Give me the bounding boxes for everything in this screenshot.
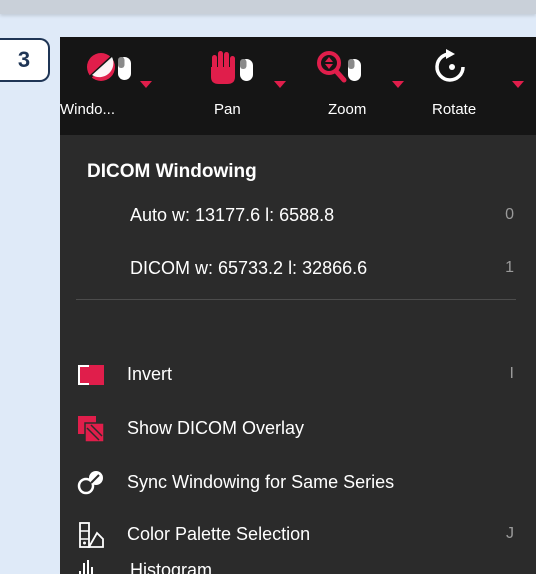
overlay-icon: [77, 415, 105, 443]
tool-pan[interactable]: Pan: [200, 47, 290, 131]
tool-windowing[interactable]: Windo...: [60, 47, 175, 131]
tool-label: Pan: [214, 101, 241, 118]
preset-shortcut: 0: [505, 206, 514, 223]
windowing-menu: DICOM Windowing Auto w: 13177.6 l: 6588.…: [60, 135, 536, 574]
menu-item-label: Show DICOM Overlay: [127, 418, 305, 438]
menu-item-label: Color Palette Selection: [127, 524, 311, 544]
tool-zoom[interactable]: Zoom: [310, 47, 410, 131]
chevron-down-icon[interactable]: [392, 81, 404, 88]
menu-item-label: Invert: [127, 364, 173, 384]
section-title: DICOM Windowing: [87, 161, 257, 182]
invert-icon: [77, 361, 105, 389]
menu-item-shortcut: I: [509, 365, 514, 382]
color-palette-icon: [77, 521, 105, 549]
chevron-down-icon[interactable]: [274, 81, 286, 88]
menu-item-show-dicom-overlay[interactable]: Show DICOM Overlay: [60, 411, 536, 447]
preset-dicom[interactable]: DICOM w: 65733.2 l: 32866.6 1: [60, 251, 536, 287]
menu-item-label: Histogram: [130, 560, 213, 574]
top-strip: [0, 0, 536, 14]
menu-item-histogram[interactable]: Histogram: [60, 553, 536, 574]
tool-rotate[interactable]: Rotate: [432, 47, 536, 131]
histogram-icon: [77, 557, 105, 574]
rotate-icon: [432, 47, 496, 91]
preset-shortcut: 1: [505, 259, 514, 276]
menu-item-invert[interactable]: Invert I: [60, 357, 536, 393]
tool-label: Windo...: [60, 101, 116, 118]
tool-label: Zoom: [328, 101, 367, 118]
window-level-icon: [84, 47, 148, 91]
viewer-panel: Windo... Pan Zoom Rotate DICOM Windowing…: [60, 37, 536, 574]
screenshot-page: 3 Windo... Pan Zoom Rotate DICOM Windowi…: [0, 0, 536, 574]
chevron-down-icon[interactable]: [512, 81, 524, 88]
menu-item-sync-windowing[interactable]: Sync Windowing for Same Series: [60, 465, 536, 501]
preset-label: Auto w: 13177.6 l: 6588.8: [130, 205, 335, 225]
preset-auto[interactable]: Auto w: 13177.6 l: 6588.8 0: [60, 198, 536, 234]
menu-item-color-palette[interactable]: Color Palette Selection J: [60, 517, 536, 553]
hand-icon: [206, 47, 270, 91]
tool-label: Rotate: [432, 101, 477, 118]
step-badge: 3: [0, 38, 50, 82]
sync-icon: [77, 469, 105, 497]
chevron-down-icon[interactable]: [140, 81, 152, 88]
menu-divider: [76, 299, 516, 300]
menu-item-label: Sync Windowing for Same Series: [127, 472, 395, 492]
toolbar: Windo... Pan Zoom Rotate: [60, 37, 536, 135]
menu-item-shortcut: J: [506, 525, 514, 542]
zoom-icon: [314, 47, 378, 91]
preset-label: DICOM w: 65733.2 l: 32866.6: [130, 258, 368, 278]
